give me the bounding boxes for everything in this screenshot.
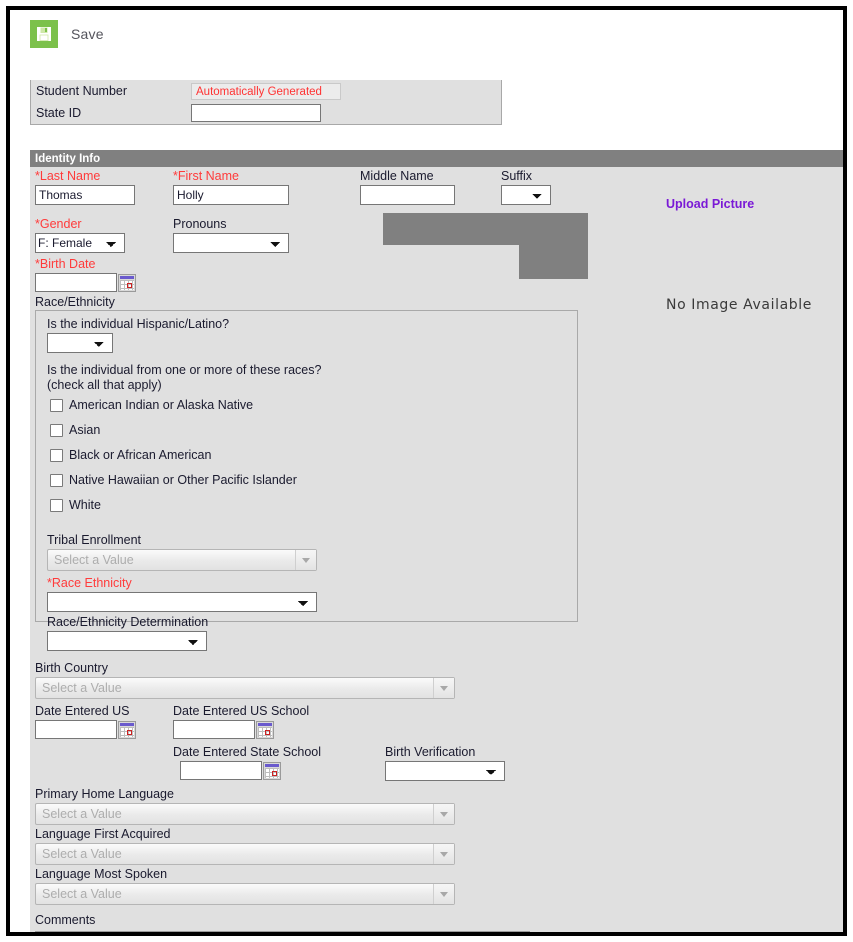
language-most-spoken-label: Language Most Spoken <box>35 867 168 881</box>
birth-country-label: Birth Country <box>35 661 108 675</box>
birth-verification-label: Birth Verification <box>385 745 476 759</box>
identity-info-header: Identity Info <box>30 150 843 167</box>
birth-verification-select[interactable] <box>385 761 505 781</box>
checkbox-icon[interactable] <box>50 448 63 462</box>
birth-date-field <box>35 273 136 292</box>
checkbox-icon[interactable] <box>50 398 63 412</box>
chevron-down-icon[interactable] <box>295 550 316 570</box>
state-id-label: State ID <box>36 106 82 120</box>
tribal-enrollment-label: Tribal Enrollment <box>47 533 142 547</box>
birth-date-label: *Birth Date <box>35 257 96 271</box>
race-ethnicity-label: *Race Ethnicity <box>47 576 132 590</box>
student-number-value: Automatically Generated <box>191 82 341 100</box>
save-button-label: Save <box>71 26 104 42</box>
identity-info-section: Identity Info *Last Name *First Name Mid… <box>30 150 843 932</box>
date-entered-state-school-field <box>180 761 281 780</box>
primary-home-language-value: Select a Value <box>42 807 122 821</box>
tribal-enrollment-value: Select a Value <box>54 553 134 567</box>
determination-select[interactable] <box>47 631 207 651</box>
race-ethnicity-legend: Race/Ethnicity <box>35 295 115 309</box>
calendar-icon[interactable] <box>118 720 136 739</box>
screenshot-frame: Save Person Info Student Number Automati… <box>6 6 847 936</box>
last-name-label: *Last Name <box>35 169 101 183</box>
no-image-available-text: No Image Available <box>666 297 812 313</box>
races-question-line2: (check all that apply) <box>47 378 162 392</box>
pronouns-label: Pronouns <box>173 217 227 231</box>
date-entered-us-field <box>35 720 136 739</box>
checkbox-icon[interactable] <box>50 498 63 512</box>
race-label: American Indian or Alaska Native <box>69 398 254 412</box>
save-floppy-icon <box>30 20 58 48</box>
first-name-input[interactable] <box>173 185 289 205</box>
student-number-label: Student Number <box>36 84 128 98</box>
chevron-down-icon[interactable] <box>433 804 454 824</box>
suffix-label: Suffix <box>501 169 533 183</box>
date-entered-us-label: Date Entered US <box>35 704 130 718</box>
race-label: Asian <box>69 423 101 437</box>
date-entered-state-school-label: Date Entered State School <box>173 745 322 759</box>
hispanic-question-label: Is the individual Hispanic/Latino? <box>47 317 230 331</box>
races-question-line1: Is the individual from one or more of th… <box>47 363 322 377</box>
language-most-spoken-select[interactable]: Select a Value <box>35 883 455 905</box>
date-entered-us-school-label: Date Entered US School <box>173 704 310 718</box>
state-id-row: State ID <box>31 102 501 124</box>
first-name-label: *First Name <box>173 169 239 183</box>
primary-home-language-label: Primary Home Language <box>35 787 174 801</box>
checkbox-icon[interactable] <box>50 423 63 437</box>
language-most-spoken-value: Select a Value <box>42 887 122 901</box>
race-label: Black or African American <box>69 448 212 462</box>
race-checkbox-native-hawaiian[interactable]: Native Hawaiian or Other Pacific Islande… <box>50 473 297 487</box>
chevron-down-icon[interactable] <box>433 678 454 698</box>
pronouns-select[interactable] <box>173 233 289 253</box>
language-first-acquired-value: Select a Value <box>42 847 122 861</box>
gender-select[interactable]: F: Female <box>35 233 125 253</box>
race-ethnicity-select[interactable] <box>47 592 317 612</box>
date-entered-us-school-field <box>173 720 274 739</box>
date-entered-state-school-input[interactable] <box>180 761 262 780</box>
redaction-block-lower <box>519 213 588 279</box>
date-entered-us-school-input[interactable] <box>173 720 255 739</box>
upload-picture-link[interactable]: Upload Picture <box>666 197 754 211</box>
race-checkbox-white[interactable]: White <box>50 498 101 512</box>
language-first-acquired-label: Language First Acquired <box>35 827 171 841</box>
middle-name-label: Middle Name <box>360 169 434 183</box>
date-entered-us-input[interactable] <box>35 720 117 739</box>
checkbox-icon[interactable] <box>50 473 63 487</box>
last-name-input[interactable] <box>35 185 135 205</box>
birth-country-value: Select a Value <box>42 681 122 695</box>
student-number-row: Student Number Automatically Generated <box>31 80 501 102</box>
race-checkbox-american-indian[interactable]: American Indian or Alaska Native <box>50 398 253 412</box>
race-checkbox-black[interactable]: Black or African American <box>50 448 211 462</box>
chevron-down-icon[interactable] <box>433 844 454 864</box>
primary-home-language-select[interactable]: Select a Value <box>35 803 455 825</box>
action-toolbar: Save <box>10 10 843 66</box>
chevron-down-icon[interactable] <box>433 884 454 904</box>
birth-date-input[interactable] <box>35 273 117 292</box>
determination-label: Race/Ethnicity Determination <box>47 615 209 629</box>
tribal-enrollment-select[interactable]: Select a Value <box>47 549 317 571</box>
calendar-icon[interactable] <box>118 273 136 292</box>
calendar-icon[interactable] <box>256 720 274 739</box>
gender-label: *Gender <box>35 217 82 231</box>
language-first-acquired-select[interactable]: Select a Value <box>35 843 455 865</box>
race-label: Native Hawaiian or Other Pacific Islande… <box>69 473 297 487</box>
calendar-icon[interactable] <box>263 761 281 780</box>
comments-textarea[interactable] <box>35 931 530 932</box>
middle-name-input[interactable] <box>360 185 455 205</box>
form-page: Save Person Info Student Number Automati… <box>10 10 843 932</box>
hispanic-select[interactable] <box>47 333 113 353</box>
race-label: White <box>69 498 101 512</box>
person-info-panel: Student Number Automatically Generated S… <box>30 80 502 125</box>
save-button[interactable]: Save <box>30 20 104 48</box>
state-id-input[interactable] <box>191 104 321 122</box>
race-checkbox-asian[interactable]: Asian <box>50 423 100 437</box>
birth-country-select[interactable]: Select a Value <box>35 677 455 699</box>
suffix-select[interactable] <box>501 185 551 205</box>
identity-info-body: *Last Name *First Name Middle Name Suffi… <box>30 167 843 932</box>
comments-label: Comments <box>35 913 96 927</box>
